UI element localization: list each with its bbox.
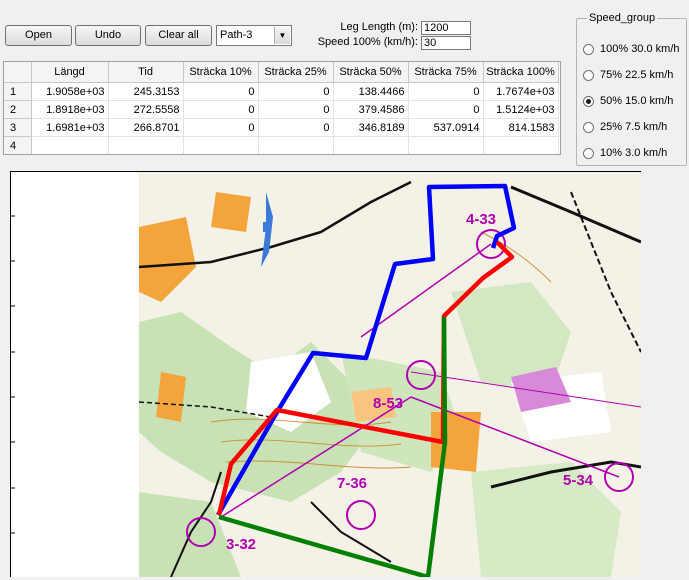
- clear-all-button[interactable]: Clear all: [145, 25, 212, 46]
- path-select-value: Path-3: [220, 29, 253, 41]
- table-cell[interactable]: 379.4586: [333, 100, 409, 119]
- table-cell[interactable]: 266.8701: [108, 118, 184, 137]
- map-image: [138, 172, 642, 578]
- results-table[interactable]: Längd Tid Sträcka 10% Sträcka 25% Sträck…: [3, 61, 561, 155]
- table-cell[interactable]: [108, 136, 184, 154]
- table-cell[interactable]: 0: [408, 100, 484, 119]
- table-cell[interactable]: 1.5124e+03: [483, 100, 559, 119]
- table-cell[interactable]: 537.0914: [408, 118, 484, 137]
- radio-button[interactable]: [583, 43, 594, 55]
- radio-button[interactable]: [583, 147, 594, 159]
- table-cell[interactable]: 814.1583: [483, 118, 559, 137]
- table-cell[interactable]: [483, 136, 559, 154]
- radio-button[interactable]: [583, 69, 594, 81]
- table-cell[interactable]: 0: [408, 82, 484, 101]
- speed-option-label: 75% 22.5 km/h: [600, 69, 674, 81]
- table-cell[interactable]: 1.8918e+03: [31, 100, 109, 119]
- column-header: Sträcka 50%: [333, 62, 409, 83]
- speed-group-title: Speed_group: [587, 12, 658, 24]
- table-cell[interactable]: 245.3153: [108, 82, 184, 101]
- table-cell[interactable]: [408, 136, 484, 154]
- table-cell[interactable]: 272.5558: [108, 100, 184, 119]
- speed-group-panel: Speed_group 100% 30.0 km/h 75% 22.5 km/h…: [576, 12, 687, 166]
- table-cell[interactable]: 1.7674e+03: [483, 82, 559, 101]
- table-cell[interactable]: 0: [183, 118, 259, 137]
- speed-label: Speed 100% (km/h):: [317, 36, 418, 48]
- orienteering-map[interactable]: 4-33 8-53 7-36 5-34 3-32: [11, 172, 642, 580]
- chevron-down-icon[interactable]: ▼: [274, 27, 290, 44]
- column-header: Sträcka 25%: [258, 62, 334, 83]
- table-cell[interactable]: 0: [183, 82, 259, 101]
- speed-option-label: 10% 3.0 km/h: [600, 147, 668, 159]
- table-row[interactable]: 4: [4, 136, 559, 154]
- speed-option-50[interactable]: 50% 15.0 km/h: [583, 94, 673, 108]
- table-cell[interactable]: 0: [258, 100, 334, 119]
- table-cell[interactable]: 0: [258, 118, 334, 137]
- row-header: 3: [4, 118, 32, 137]
- table-cell[interactable]: [333, 136, 409, 154]
- control-label: 5-34: [563, 472, 594, 489]
- speed-input[interactable]: [421, 36, 471, 50]
- row-header: 2: [4, 100, 32, 119]
- column-header: Sträcka 75%: [408, 62, 484, 83]
- speed-option-10[interactable]: 10% 3.0 km/h: [583, 146, 667, 160]
- y-axis-ticks: [11, 215, 15, 534]
- control-label: 3-32: [226, 536, 256, 553]
- speed-option-label: 100% 30.0 km/h: [600, 43, 680, 55]
- leg-length-input[interactable]: [421, 21, 471, 35]
- map-axes[interactable]: 4-33 8-53 7-36 5-34 3-32: [10, 171, 642, 580]
- row-header: 1: [4, 82, 32, 101]
- table-cell[interactable]: 346.8189: [333, 118, 409, 137]
- control-label: 4-33: [466, 211, 496, 228]
- speed-option-label: 25% 7.5 km/h: [600, 121, 668, 133]
- table-row[interactable]: 3 1.6981e+03 266.8701 0 0 346.8189 537.0…: [4, 118, 559, 137]
- leg-length-label: Leg Length (m):: [340, 21, 418, 33]
- column-header: Tid: [108, 62, 184, 83]
- corner-cell: [4, 62, 32, 83]
- control-label: 8-53: [373, 395, 403, 412]
- column-header: Sträcka 100%: [483, 62, 559, 83]
- table-header-row: Längd Tid Sträcka 10% Sträcka 25% Sträck…: [4, 62, 559, 83]
- table-cell[interactable]: 138.4466: [333, 82, 409, 101]
- undo-button[interactable]: Undo: [75, 25, 141, 46]
- row-header: 4: [4, 136, 32, 154]
- speed-option-75[interactable]: 75% 22.5 km/h: [583, 68, 673, 82]
- column-header: Längd: [31, 62, 109, 83]
- table-cell[interactable]: 0: [258, 82, 334, 101]
- speed-option-100[interactable]: 100% 30.0 km/h: [583, 42, 680, 56]
- column-header: Sträcka 10%: [183, 62, 259, 83]
- table-cell[interactable]: [31, 136, 109, 154]
- table-cell[interactable]: 1.6981e+03: [31, 118, 109, 137]
- radio-button[interactable]: [583, 121, 594, 133]
- table-cell[interactable]: [258, 136, 334, 154]
- table-row[interactable]: 2 1.8918e+03 272.5558 0 0 379.4586 0 1.5…: [4, 100, 559, 119]
- path-select[interactable]: Path-3 ▼: [216, 25, 292, 46]
- speed-option-25[interactable]: 25% 7.5 km/h: [583, 120, 667, 134]
- table-cell[interactable]: [183, 136, 259, 154]
- open-button[interactable]: Open: [5, 25, 72, 46]
- control-label: 7-36: [337, 475, 367, 492]
- radio-button[interactable]: [583, 95, 594, 107]
- table-row[interactable]: 1 1.9058e+03 245.3153 0 0 138.4466 0 1.7…: [4, 82, 559, 101]
- speed-option-label: 50% 15.0 km/h: [600, 95, 674, 107]
- table-cell[interactable]: 1.9058e+03: [31, 82, 109, 101]
- table-cell[interactable]: 0: [183, 100, 259, 119]
